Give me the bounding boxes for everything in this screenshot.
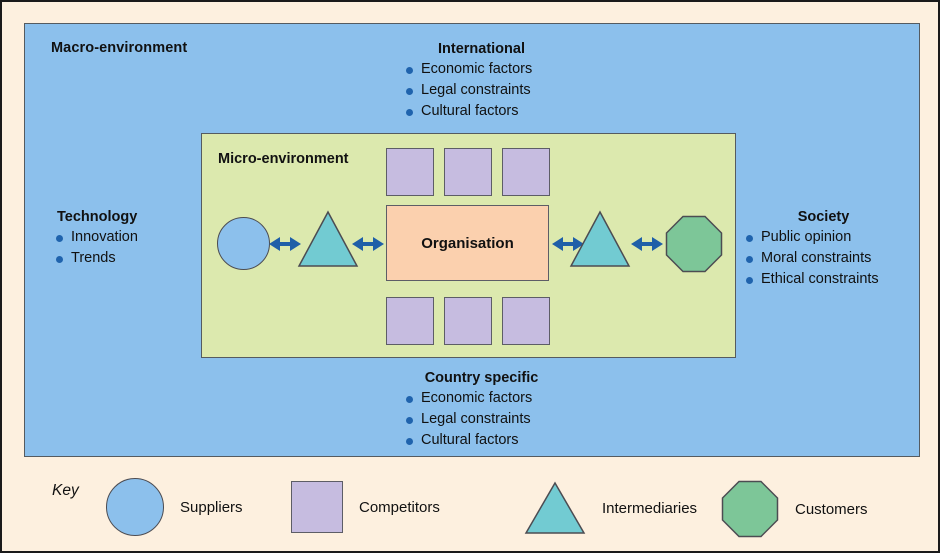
competitor-square-icon: [386, 297, 434, 345]
key-item-label: Competitors: [359, 498, 440, 516]
bullet-icon: [406, 396, 413, 403]
bullet-icon: [406, 88, 413, 95]
factor-item-label: Cultural factors: [421, 103, 519, 119]
factor-item: Innovation: [54, 227, 204, 248]
octagon-icon: [721, 480, 779, 538]
factor-item-label: Economic factors: [421, 61, 533, 77]
factor-item-label: Trends: [71, 250, 116, 266]
factor-group-country-specific: Country specific Economic factors Legal …: [394, 370, 569, 451]
factor-item: Economic factors: [404, 388, 569, 409]
bullet-icon: [746, 235, 753, 242]
factor-group-international: International Economic factors Legal con…: [394, 41, 569, 122]
double-arrow-icon: [352, 237, 384, 251]
bullet-icon: [406, 438, 413, 445]
factor-list: Public opinion Moral constraints Ethical…: [744, 227, 909, 290]
factor-item: Moral constraints: [744, 248, 909, 269]
factor-item: Cultural factors: [404, 430, 569, 451]
factor-item-label: Moral constraints: [761, 250, 872, 266]
key-item-label: Intermediaries: [602, 499, 698, 517]
intermediary-triangle-icon: [297, 210, 359, 267]
factor-item-label: Public opinion: [761, 229, 852, 245]
factor-group-title: Society: [797, 209, 850, 225]
circle-icon: [106, 478, 164, 536]
customer-octagon-icon: [665, 215, 723, 273]
factor-item: Public opinion: [744, 227, 909, 248]
factor-group-society: Society Public opinion Moral constraints…: [744, 209, 909, 290]
competitor-square-icon: [386, 148, 434, 196]
bullet-icon: [56, 235, 63, 242]
supplier-circle-icon: [217, 217, 270, 270]
factor-list: Economic factors Legal constraints Cultu…: [404, 388, 569, 451]
key-item-suppliers: Suppliers: [106, 478, 243, 536]
diagram-page: Macro-environment International Economic…: [0, 0, 940, 553]
competitor-square-icon: [444, 148, 492, 196]
key-label: Key: [52, 482, 79, 499]
factor-list: Economic factors Legal constraints Cultu…: [404, 59, 569, 122]
factor-item-label: Ethical constraints: [761, 271, 879, 287]
factor-item: Cultural factors: [404, 101, 569, 122]
factor-group-technology: Technology Innovation Trends: [54, 209, 204, 269]
factor-item-label: Legal constraints: [421, 82, 531, 98]
key-item-label: Customers: [795, 500, 868, 518]
competitor-square-icon: [502, 297, 550, 345]
organisation-label: Organisation: [421, 234, 514, 252]
intermediary-triangle-icon: [569, 210, 631, 267]
factor-list: Innovation Trends: [54, 227, 204, 269]
square-icon: [291, 481, 343, 533]
factor-item-label: Economic factors: [421, 390, 533, 406]
bullet-icon: [406, 417, 413, 424]
organisation-box: Organisation: [386, 205, 549, 281]
macro-environment-label: Macro-environment: [51, 40, 188, 56]
factor-group-title: Country specific: [424, 370, 539, 386]
factor-item-label: Innovation: [71, 229, 138, 245]
factor-item: Ethical constraints: [744, 269, 909, 290]
key-legend: Key Suppliers Competitors Intermediaries…: [24, 467, 920, 547]
factor-item: Economic factors: [404, 59, 569, 80]
triangle-icon: [524, 481, 586, 534]
factor-group-title: International: [437, 41, 525, 57]
factor-item-label: Cultural factors: [421, 432, 519, 448]
factor-item: Trends: [54, 248, 204, 269]
factor-item: Legal constraints: [404, 409, 569, 430]
double-arrow-icon: [631, 237, 663, 251]
key-item-label: Suppliers: [180, 498, 243, 516]
competitor-square-icon: [502, 148, 550, 196]
bullet-icon: [406, 67, 413, 74]
bullet-icon: [746, 277, 753, 284]
key-item-intermediaries: Intermediaries: [524, 481, 697, 535]
factor-group-title: Technology: [57, 209, 138, 225]
factor-item: Legal constraints: [404, 80, 569, 101]
bullet-icon: [56, 256, 63, 263]
factor-item-label: Legal constraints: [421, 411, 531, 427]
key-item-competitors: Competitors: [291, 481, 440, 533]
bullet-icon: [406, 109, 413, 116]
competitor-square-icon: [444, 297, 492, 345]
micro-environment-label: Micro-environment: [218, 151, 349, 167]
bullet-icon: [746, 256, 753, 263]
key-item-customers: Customers: [721, 480, 868, 538]
